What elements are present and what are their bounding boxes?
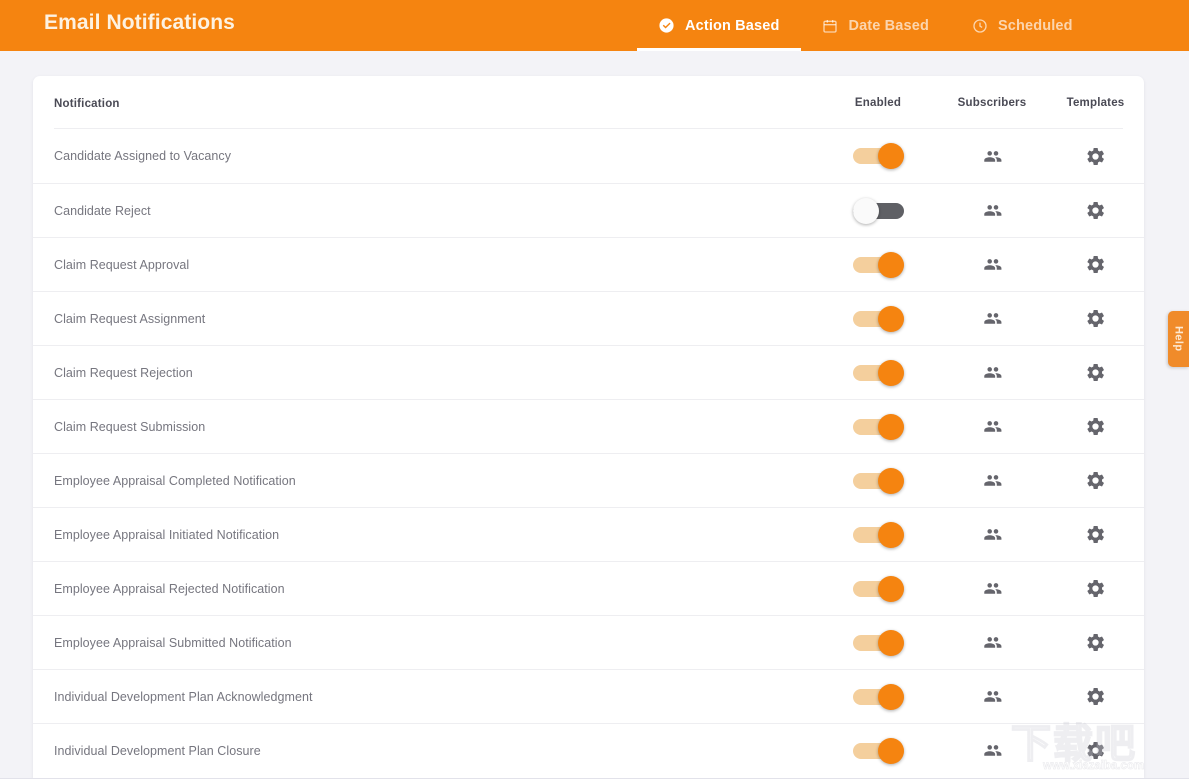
people-group-icon[interactable] — [977, 682, 1007, 712]
notification-name: Candidate Reject — [54, 204, 151, 218]
toggle-knob — [878, 143, 904, 169]
clock-icon — [972, 18, 988, 34]
enabled-toggle[interactable] — [853, 522, 904, 548]
enabled-toggle[interactable] — [853, 684, 904, 710]
notification-name: Candidate Assigned to Vacancy — [54, 149, 231, 163]
notification-name: Claim Request Rejection — [54, 366, 193, 380]
toggle-knob — [878, 252, 904, 278]
gear-icon[interactable] — [1081, 141, 1111, 171]
table-row: Candidate Reject — [33, 183, 1144, 237]
table-header-row: Notification Enabled Subscribers Templat… — [33, 76, 1144, 129]
gear-icon[interactable] — [1081, 196, 1111, 226]
help-tab-button[interactable]: Help — [1168, 311, 1189, 367]
tab-label: Scheduled — [998, 18, 1073, 34]
gear-icon[interactable] — [1081, 304, 1111, 334]
toggle-knob — [878, 306, 904, 332]
tab-scheduled[interactable]: Scheduled — [951, 0, 1095, 51]
notifications-card: Notification Enabled Subscribers Templat… — [33, 76, 1144, 779]
help-tab-label: Help — [1173, 326, 1185, 351]
people-group-icon[interactable] — [977, 358, 1007, 388]
tab-action-based[interactable]: Action Based — [637, 0, 801, 51]
toggle-knob — [853, 198, 879, 224]
gear-icon[interactable] — [1081, 358, 1111, 388]
gear-icon[interactable] — [1081, 250, 1111, 280]
enabled-toggle[interactable] — [853, 468, 904, 494]
people-group-icon[interactable] — [977, 628, 1007, 658]
notification-name: Claim Request Approval — [54, 258, 189, 272]
notification-name: Individual Development Plan Closure — [54, 744, 261, 758]
page-title: Email Notifications — [44, 11, 235, 35]
gear-icon[interactable] — [1081, 466, 1111, 496]
notification-name: Employee Appraisal Initiated Notificatio… — [54, 528, 279, 542]
people-group-icon[interactable] — [977, 196, 1007, 226]
toggle-knob — [878, 630, 904, 656]
toggle-knob — [878, 360, 904, 386]
notification-name: Claim Request Assignment — [54, 312, 205, 326]
table-row: Claim Request Rejection — [33, 345, 1144, 399]
enabled-toggle[interactable] — [853, 198, 904, 224]
column-header-notification: Notification — [54, 98, 120, 110]
toggle-knob — [878, 738, 904, 764]
people-group-icon[interactable] — [977, 520, 1007, 550]
enabled-toggle[interactable] — [853, 414, 904, 440]
toggle-knob — [878, 414, 904, 440]
header-tabs: Action Based Date Based Scheduled — [637, 0, 1095, 51]
table-row: Individual Development Plan Closure — [33, 723, 1144, 777]
people-group-icon[interactable] — [977, 304, 1007, 334]
enabled-toggle[interactable] — [853, 143, 904, 169]
check-circle-icon — [658, 17, 675, 34]
table-row: Employee Appraisal Submitted Notificatio… — [33, 615, 1144, 669]
table-row: Individual Development Plan Acknowledgme… — [33, 669, 1144, 723]
table-row: Employee Appraisal Initiated Notificatio… — [33, 507, 1144, 561]
gear-icon[interactable] — [1081, 628, 1111, 658]
people-group-icon[interactable] — [977, 466, 1007, 496]
toggle-knob — [878, 522, 904, 548]
tab-date-based[interactable]: Date Based — [801, 0, 950, 51]
gear-icon[interactable] — [1081, 574, 1111, 604]
enabled-toggle[interactable] — [853, 738, 904, 764]
enabled-toggle[interactable] — [853, 306, 904, 332]
gear-icon[interactable] — [1081, 520, 1111, 550]
table-row: Claim Request Assignment — [33, 291, 1144, 345]
table-row: Employee Appraisal Rejected Notification — [33, 561, 1144, 615]
column-header-enabled: Enabled — [855, 97, 901, 109]
people-group-icon[interactable] — [977, 141, 1007, 171]
table-row: Candidate Assigned to Vacancy — [33, 129, 1144, 183]
tab-label: Date Based — [848, 18, 928, 34]
tab-label: Action Based — [685, 18, 779, 34]
notifications-table-body: Candidate Assigned to Vacancy Candidate R… — [33, 129, 1144, 777]
notification-name: Employee Appraisal Submitted Notificatio… — [54, 636, 292, 650]
toggle-knob — [878, 684, 904, 710]
enabled-toggle[interactable] — [853, 252, 904, 278]
people-group-icon[interactable] — [977, 250, 1007, 280]
table-row: Claim Request Submission — [33, 399, 1144, 453]
calendar-icon — [822, 18, 838, 34]
table-row: Claim Request Approval — [33, 237, 1144, 291]
notification-name: Employee Appraisal Rejected Notification — [54, 582, 285, 596]
gear-icon[interactable] — [1081, 736, 1111, 766]
people-group-icon[interactable] — [977, 412, 1007, 442]
column-header-subscribers: Subscribers — [958, 97, 1027, 109]
people-group-icon[interactable] — [977, 736, 1007, 766]
notification-name: Employee Appraisal Completed Notificatio… — [54, 474, 296, 488]
app-header: Email Notifications Action Based Date Bas… — [0, 0, 1189, 51]
people-group-icon[interactable] — [977, 574, 1007, 604]
notification-name: Individual Development Plan Acknowledgme… — [54, 690, 313, 704]
enabled-toggle[interactable] — [853, 360, 904, 386]
toggle-knob — [878, 576, 904, 602]
toggle-knob — [878, 468, 904, 494]
gear-icon[interactable] — [1081, 412, 1111, 442]
gear-icon[interactable] — [1081, 682, 1111, 712]
table-row: Employee Appraisal Completed Notificatio… — [33, 453, 1144, 507]
notification-name: Claim Request Submission — [54, 420, 205, 434]
column-header-templates: Templates — [1067, 97, 1125, 109]
enabled-toggle[interactable] — [853, 576, 904, 602]
enabled-toggle[interactable] — [853, 630, 904, 656]
